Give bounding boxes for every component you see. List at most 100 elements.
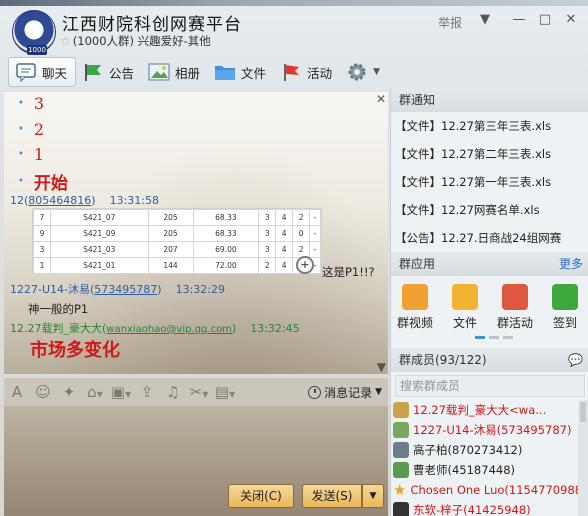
- notice-item[interactable]: 【文件】12.27第三年三表.xls: [395, 118, 551, 134]
- sender-name: 12.27载判_豪大大(: [10, 322, 107, 335]
- page-dots[interactable]: [475, 336, 513, 339]
- spreadsheet-image[interactable]: 7 S421_07 205 68.33 3 4 2-9 S421_09 205 68.33 3 4 0-…: [32, 208, 322, 274]
- font-icon[interactable]: A: [4, 383, 30, 401]
- message-input[interactable]: 关闭(C) 发送(S) ▼: [4, 406, 388, 516]
- member-scrollbar[interactable]: [578, 400, 588, 516]
- chat-window: 1000 江西财院科创网赛平台 ☆ (1000人群) 兴趣爱好-其他 举报 ▼ …: [0, 0, 588, 516]
- tab-files-label: 文件: [241, 65, 267, 81]
- sender-email-link[interactable]: wanxiaohao@vip.qq.com: [106, 324, 232, 335]
- minimize-icon[interactable]: —: [510, 12, 528, 28]
- app-video[interactable]: 群视频: [393, 284, 437, 331]
- table-cell: 2: [292, 209, 311, 226]
- table-cell: S421_03: [49, 241, 149, 258]
- tab-album-label: 相册: [175, 65, 201, 81]
- table-cell: 1: [33, 257, 51, 274]
- message-record-button[interactable]: 消息记录 ▼: [308, 384, 382, 401]
- notice-item[interactable]: 【文件】12.27第二年三表.xls: [395, 146, 551, 162]
- sender-qq-link[interactable]: 573495787: [94, 283, 157, 296]
- notice-item[interactable]: 【文件】12.27第一年三表.xls: [395, 174, 551, 190]
- message-text: 这是P1!!?: [322, 265, 375, 279]
- maximize-icon[interactable]: □: [536, 12, 554, 28]
- send-button[interactable]: 发送(S): [302, 484, 362, 508]
- member-item[interactable]: 高子柏(870273412): [393, 440, 522, 460]
- settings-menu[interactable]: ▼: [340, 57, 388, 87]
- app-activity[interactable]: 群活动: [493, 284, 537, 331]
- table-cell: 3: [258, 241, 277, 258]
- collapse-icon[interactable]: ✕: [376, 92, 386, 106]
- more-link[interactable]: 更多: [559, 252, 583, 276]
- image-icon[interactable]: ▣▼: [108, 383, 134, 401]
- table-cell: 3: [258, 225, 277, 242]
- table-row: 7 S421_07 205 68.33 3 4 2-: [33, 209, 321, 226]
- table-cell: 3: [258, 209, 277, 226]
- member-item[interactable]: 曹老师(45187448): [393, 460, 515, 480]
- chat-icon[interactable]: 💬: [568, 348, 583, 372]
- notice-item[interactable]: 【公告】12.27.日商战24组网赛: [395, 230, 561, 246]
- sender-suffix: ): [231, 322, 237, 335]
- screenshot-icon[interactable]: ✂▼: [186, 383, 212, 401]
- countdown-1: 1: [33, 145, 45, 164]
- dropdown-icon[interactable]: ▼: [476, 12, 494, 28]
- table-row: 9 S421_09 205 68.33 3 4 0-: [33, 225, 321, 242]
- tab-announcement[interactable]: 公告: [76, 57, 142, 87]
- notice-item[interactable]: 【文件】12.27网赛名单.xls: [395, 202, 540, 218]
- avatar: [393, 502, 409, 516]
- countdown-2: 2: [33, 120, 45, 139]
- member-search-input[interactable]: 搜索群成员: [395, 375, 585, 397]
- gift-icon[interactable]: ⌂▼: [82, 383, 108, 401]
- close-icon[interactable]: ✕: [562, 12, 580, 28]
- member-name: 高子柏(870273412): [413, 443, 523, 457]
- app-label: 群活动: [496, 316, 533, 330]
- bullet-icon: •: [18, 124, 24, 135]
- tab-files[interactable]: 文件: [208, 57, 274, 87]
- member-item[interactable]: 12.27载判_豪大大<wa...: [393, 400, 546, 420]
- tab-album[interactable]: 相册: [142, 57, 208, 87]
- member-item[interactable]: 1227-U14-沐易(573495787): [393, 420, 571, 440]
- sender-qq-link[interactable]: 805464816: [28, 194, 91, 207]
- report-link[interactable]: 举报: [438, 14, 462, 31]
- star-icon: ★: [393, 481, 407, 499]
- chat-history[interactable]: ✕ • 3 • 2 • 1 • 开始 12(805464816) 13:31:58…: [4, 92, 388, 374]
- table-cell: 9: [33, 225, 51, 242]
- countdown-line: • 1: [18, 145, 44, 164]
- gear-icon: [346, 62, 368, 82]
- chevron-down-icon: ▼: [373, 67, 380, 77]
- table-cell: -: [309, 225, 321, 242]
- tab-activity[interactable]: 活动: [274, 57, 340, 87]
- scroll-down-icon[interactable]: ▼: [377, 360, 386, 374]
- shake-icon[interactable]: ✦: [56, 383, 82, 401]
- checkmark-icon: [552, 284, 578, 310]
- emoji-icon[interactable]: ☺: [30, 383, 56, 401]
- more-tools-icon[interactable]: ▤▼: [212, 383, 238, 401]
- member-name: 12.27载判_豪大大<wa...: [413, 403, 547, 417]
- tab-chat-label: 聊天: [42, 65, 68, 81]
- main-toolbar: 聊天 公告 相册 文件 活动 ▼: [8, 56, 388, 88]
- bullet-icon: •: [18, 98, 24, 109]
- music-icon[interactable]: ♫: [160, 383, 186, 401]
- member-name: 曹老师(45187448): [413, 463, 516, 477]
- member-item[interactable]: ★ Chosen One Luo(1154770988): [393, 480, 587, 500]
- app-files[interactable]: 文件: [443, 284, 487, 331]
- folder-icon: [452, 284, 478, 310]
- avatar: [393, 442, 409, 458]
- group-subtitle-text: (1000人群) 兴趣爱好-其他: [72, 34, 211, 48]
- send-options-button[interactable]: ▼: [362, 484, 384, 508]
- tab-chat[interactable]: 聊天: [8, 57, 77, 87]
- spreadsheet-table: 7 S421_07 205 68.33 3 4 2-9 S421_09 205 68.33 3 4 0-…: [33, 209, 321, 274]
- avatar: [393, 422, 409, 438]
- upload-icon[interactable]: ⇪: [134, 383, 160, 401]
- bullet-icon: •: [18, 176, 24, 187]
- message-header: 1227-U14-沐易(573495787) 13:32:29: [10, 281, 225, 297]
- close-button[interactable]: 关闭(C): [228, 484, 294, 508]
- members-title: 群成员(93/122): [399, 353, 487, 367]
- group-logo[interactable]: 1000: [12, 10, 56, 55]
- table-cell: 4: [275, 209, 294, 226]
- app-label: 签到: [552, 316, 577, 330]
- member-item[interactable]: 东软-梓子(41425948): [393, 500, 531, 516]
- chat-bubble-icon: [15, 62, 37, 83]
- app-checkin[interactable]: 签到: [543, 284, 587, 331]
- zoom-icon[interactable]: +: [296, 256, 314, 274]
- group-subtitle: ☆ (1000人群) 兴趣爱好-其他: [60, 33, 211, 49]
- table-cell: 4: [275, 257, 294, 274]
- app-label: 群视频: [396, 316, 433, 330]
